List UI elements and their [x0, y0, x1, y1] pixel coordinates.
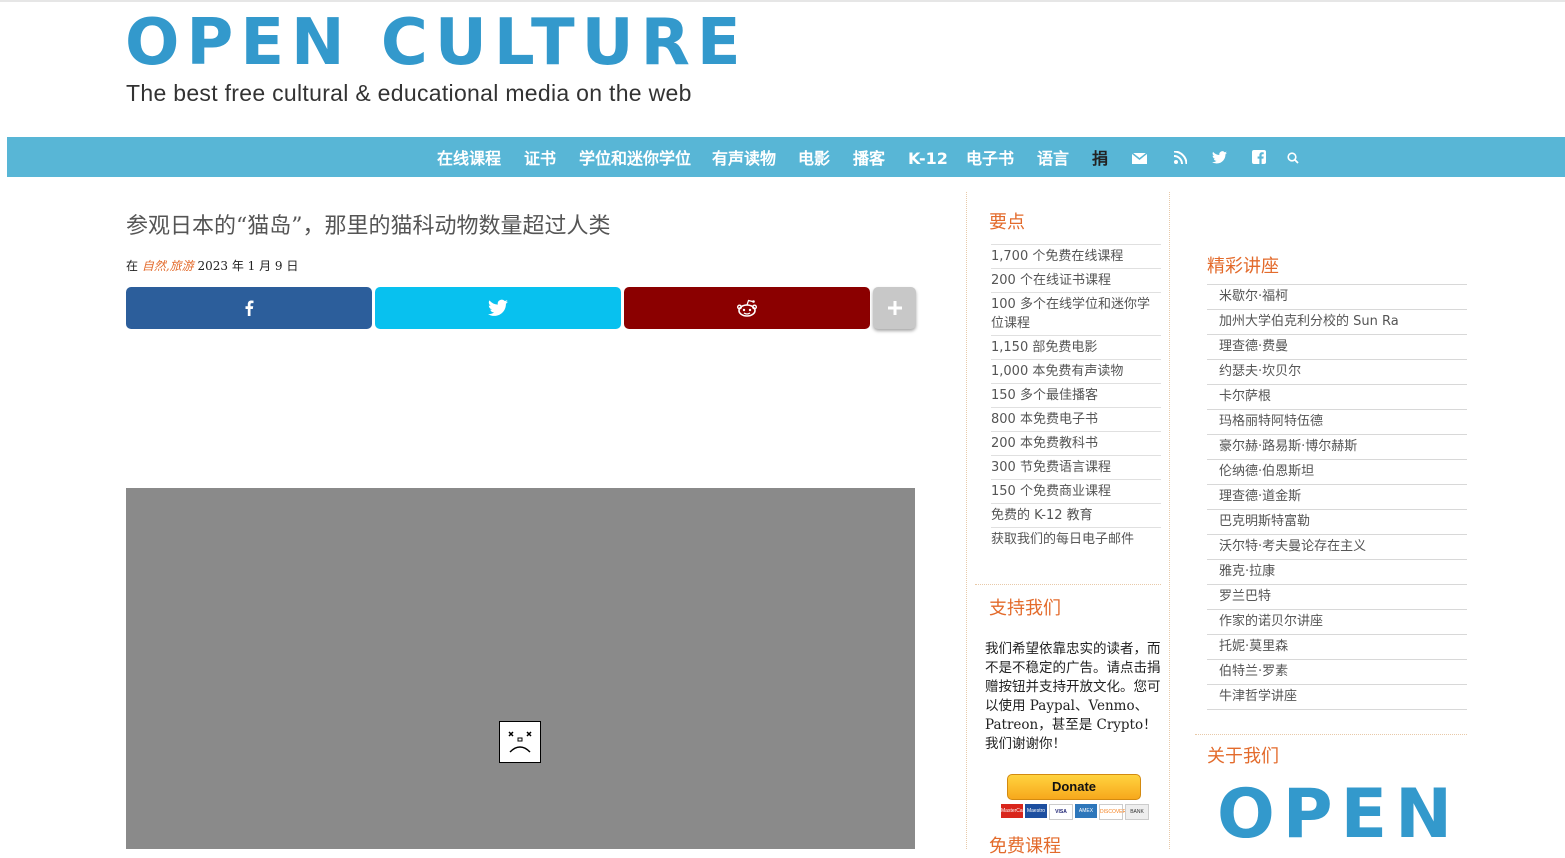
highlights-heading: 要点	[989, 212, 1025, 233]
facebook-icon[interactable]	[1252, 137, 1266, 177]
list-item[interactable]: 200 个在线证书课程	[991, 268, 1161, 292]
site-tagline: The best free cultural & educational med…	[126, 80, 692, 106]
list-item[interactable]: 雅克·拉康	[1207, 560, 1467, 585]
nav-ebooks[interactable]: 电子书	[966, 137, 1014, 177]
donate-button[interactable]: Donate	[1007, 774, 1141, 800]
about-heading: 关于我们	[1207, 746, 1279, 767]
list-item[interactable]: 300 节免费语言课程	[991, 455, 1161, 479]
list-item[interactable]: 200 本免费教科书	[991, 431, 1161, 455]
maestro-icon: Maestro	[1025, 804, 1047, 818]
highlights-list: 1,700 个免费在线课程 200 个在线证书课程 100 多个在线学位和迷你学…	[991, 244, 1161, 551]
lectures-heading: 精彩讲座	[1207, 256, 1279, 277]
nav-podcasts[interactable]: 播客	[853, 137, 885, 177]
article-byline: 在 自然,旅游 2023 年 1 月 9 日	[126, 257, 298, 274]
list-item[interactable]: 100 多个在线学位和迷你学位课程	[991, 292, 1161, 335]
nav-movies[interactable]: 电影	[798, 137, 830, 177]
rss-icon[interactable]	[1173, 137, 1188, 177]
share-more-button[interactable]	[873, 287, 916, 329]
site-logo[interactable]: OPEN CULTURE	[125, 8, 748, 78]
list-item[interactable]: 1,000 本免费有声读物	[991, 359, 1161, 383]
bank-icon: BANK	[1125, 804, 1149, 820]
byline-categories[interactable]: 自然,旅游	[142, 259, 194, 273]
list-item[interactable]: 免费的 K-12 教育	[991, 503, 1161, 527]
free-courses-heading: 免费课程	[989, 836, 1061, 857]
support-text: 我们希望依靠忠实的读者，而不是不稳定的广告。请点击捐赠按钮并支持开放文化。您可以…	[985, 641, 1161, 752]
list-item[interactable]: 加州大学伯克利分校的 Sun Ra	[1207, 310, 1467, 335]
byline-prefix: 在	[126, 259, 139, 273]
list-item[interactable]: 卡尔萨根	[1207, 385, 1467, 410]
sidebar-highlights-column: 要点 1,700 个免费在线课程 200 个在线证书课程 100 多个在线学位和…	[966, 192, 1170, 857]
plus-icon	[887, 301, 902, 315]
list-item[interactable]: 罗兰巴特	[1207, 585, 1467, 610]
byline-date: 2023 年 1 月 9 日	[197, 259, 299, 273]
reddit-icon	[737, 299, 758, 317]
nav-languages[interactable]: 语言	[1037, 137, 1069, 177]
nav-online-courses[interactable]: 在线课程	[437, 137, 501, 177]
list-item[interactable]: 1,150 部免费电影	[991, 335, 1161, 359]
nav-donate[interactable]: 捐	[1092, 137, 1108, 177]
payment-cards: MasterCard Maestro VISA AMEX DISCOVER BA…	[1001, 804, 1149, 820]
visa-icon: VISA	[1049, 804, 1073, 820]
list-item[interactable]: 理查德·道金斯	[1207, 485, 1467, 510]
facebook-icon	[245, 300, 254, 316]
nav-degrees[interactable]: 学位和迷你学位	[579, 137, 691, 177]
mail-icon[interactable]	[1131, 137, 1148, 177]
amex-icon: AMEX	[1075, 804, 1097, 818]
lectures-list: 米歇尔·福柯 加州大学伯克利分校的 Sun Ra 理查德·费曼 约瑟夫·坎贝尔 …	[1207, 284, 1467, 710]
main-nav-bar: 在线课程 证书 学位和迷你学位 有声读物 电影 播客 K-12 电子书 语言 捐	[7, 137, 1565, 177]
nav-k12[interactable]: K-12	[908, 137, 948, 177]
share-reddit-button[interactable]	[624, 287, 870, 329]
search-icon[interactable]	[1287, 137, 1299, 177]
list-item[interactable]: 托妮·莫里森	[1207, 635, 1467, 660]
top-border	[0, 0, 1565, 2]
list-item[interactable]: 豪尔赫·路易斯·博尔赫斯	[1207, 435, 1467, 460]
broken-plugin-icon	[499, 721, 541, 763]
list-item[interactable]: 伯特兰·罗素	[1207, 660, 1467, 685]
list-item[interactable]: 获取我们的每日电子邮件	[991, 527, 1161, 551]
list-item[interactable]: 800 本免费电子书	[991, 407, 1161, 431]
list-item[interactable]: 150 个免费商业课程	[991, 479, 1161, 503]
mastercard-icon: MasterCard	[1001, 804, 1027, 818]
list-item[interactable]: 伦纳德·伯恩斯坦	[1207, 460, 1467, 485]
list-item[interactable]: 约瑟夫·坎贝尔	[1207, 360, 1467, 385]
share-twitter-button[interactable]	[375, 287, 621, 329]
list-item[interactable]: 米歇尔·福柯	[1207, 284, 1467, 310]
support-heading: 支持我们	[989, 598, 1061, 619]
discover-icon: DISCOVER	[1099, 804, 1126, 820]
list-item[interactable]: 理查德·费曼	[1207, 335, 1467, 360]
list-item[interactable]: 150 多个最佳播客	[991, 383, 1161, 407]
sidebar-lectures-column: 精彩讲座 米歇尔·福柯 加州大学伯克利分校的 Sun Ra 理查德·费曼 约瑟夫…	[1195, 192, 1467, 850]
twitter-icon[interactable]	[1212, 137, 1227, 177]
nav-certificates[interactable]: 证书	[524, 137, 556, 177]
list-item[interactable]: 沃尔特·考夫曼论存在主义	[1207, 535, 1467, 560]
article-title: 参观日本的“猫岛”，那里的猫科动物数量超过人类	[126, 214, 611, 239]
list-item[interactable]: 1,700 个免费在线课程	[991, 244, 1161, 268]
list-item[interactable]: 玛格丽特阿特伍德	[1207, 410, 1467, 435]
list-item[interactable]: 作家的诺贝尔讲座	[1207, 610, 1467, 635]
list-item[interactable]: 巴克明斯特富勒	[1207, 510, 1467, 535]
section-divider	[975, 584, 1161, 585]
embedded-media-placeholder[interactable]	[126, 488, 915, 849]
share-facebook-button[interactable]	[126, 287, 372, 329]
section-divider	[1195, 734, 1467, 735]
list-item[interactable]: 牛津哲学讲座	[1207, 685, 1467, 710]
about-logo[interactable]: OPEN	[1217, 780, 1460, 850]
twitter-icon	[488, 299, 508, 316]
nav-audiobooks[interactable]: 有声读物	[712, 137, 776, 177]
